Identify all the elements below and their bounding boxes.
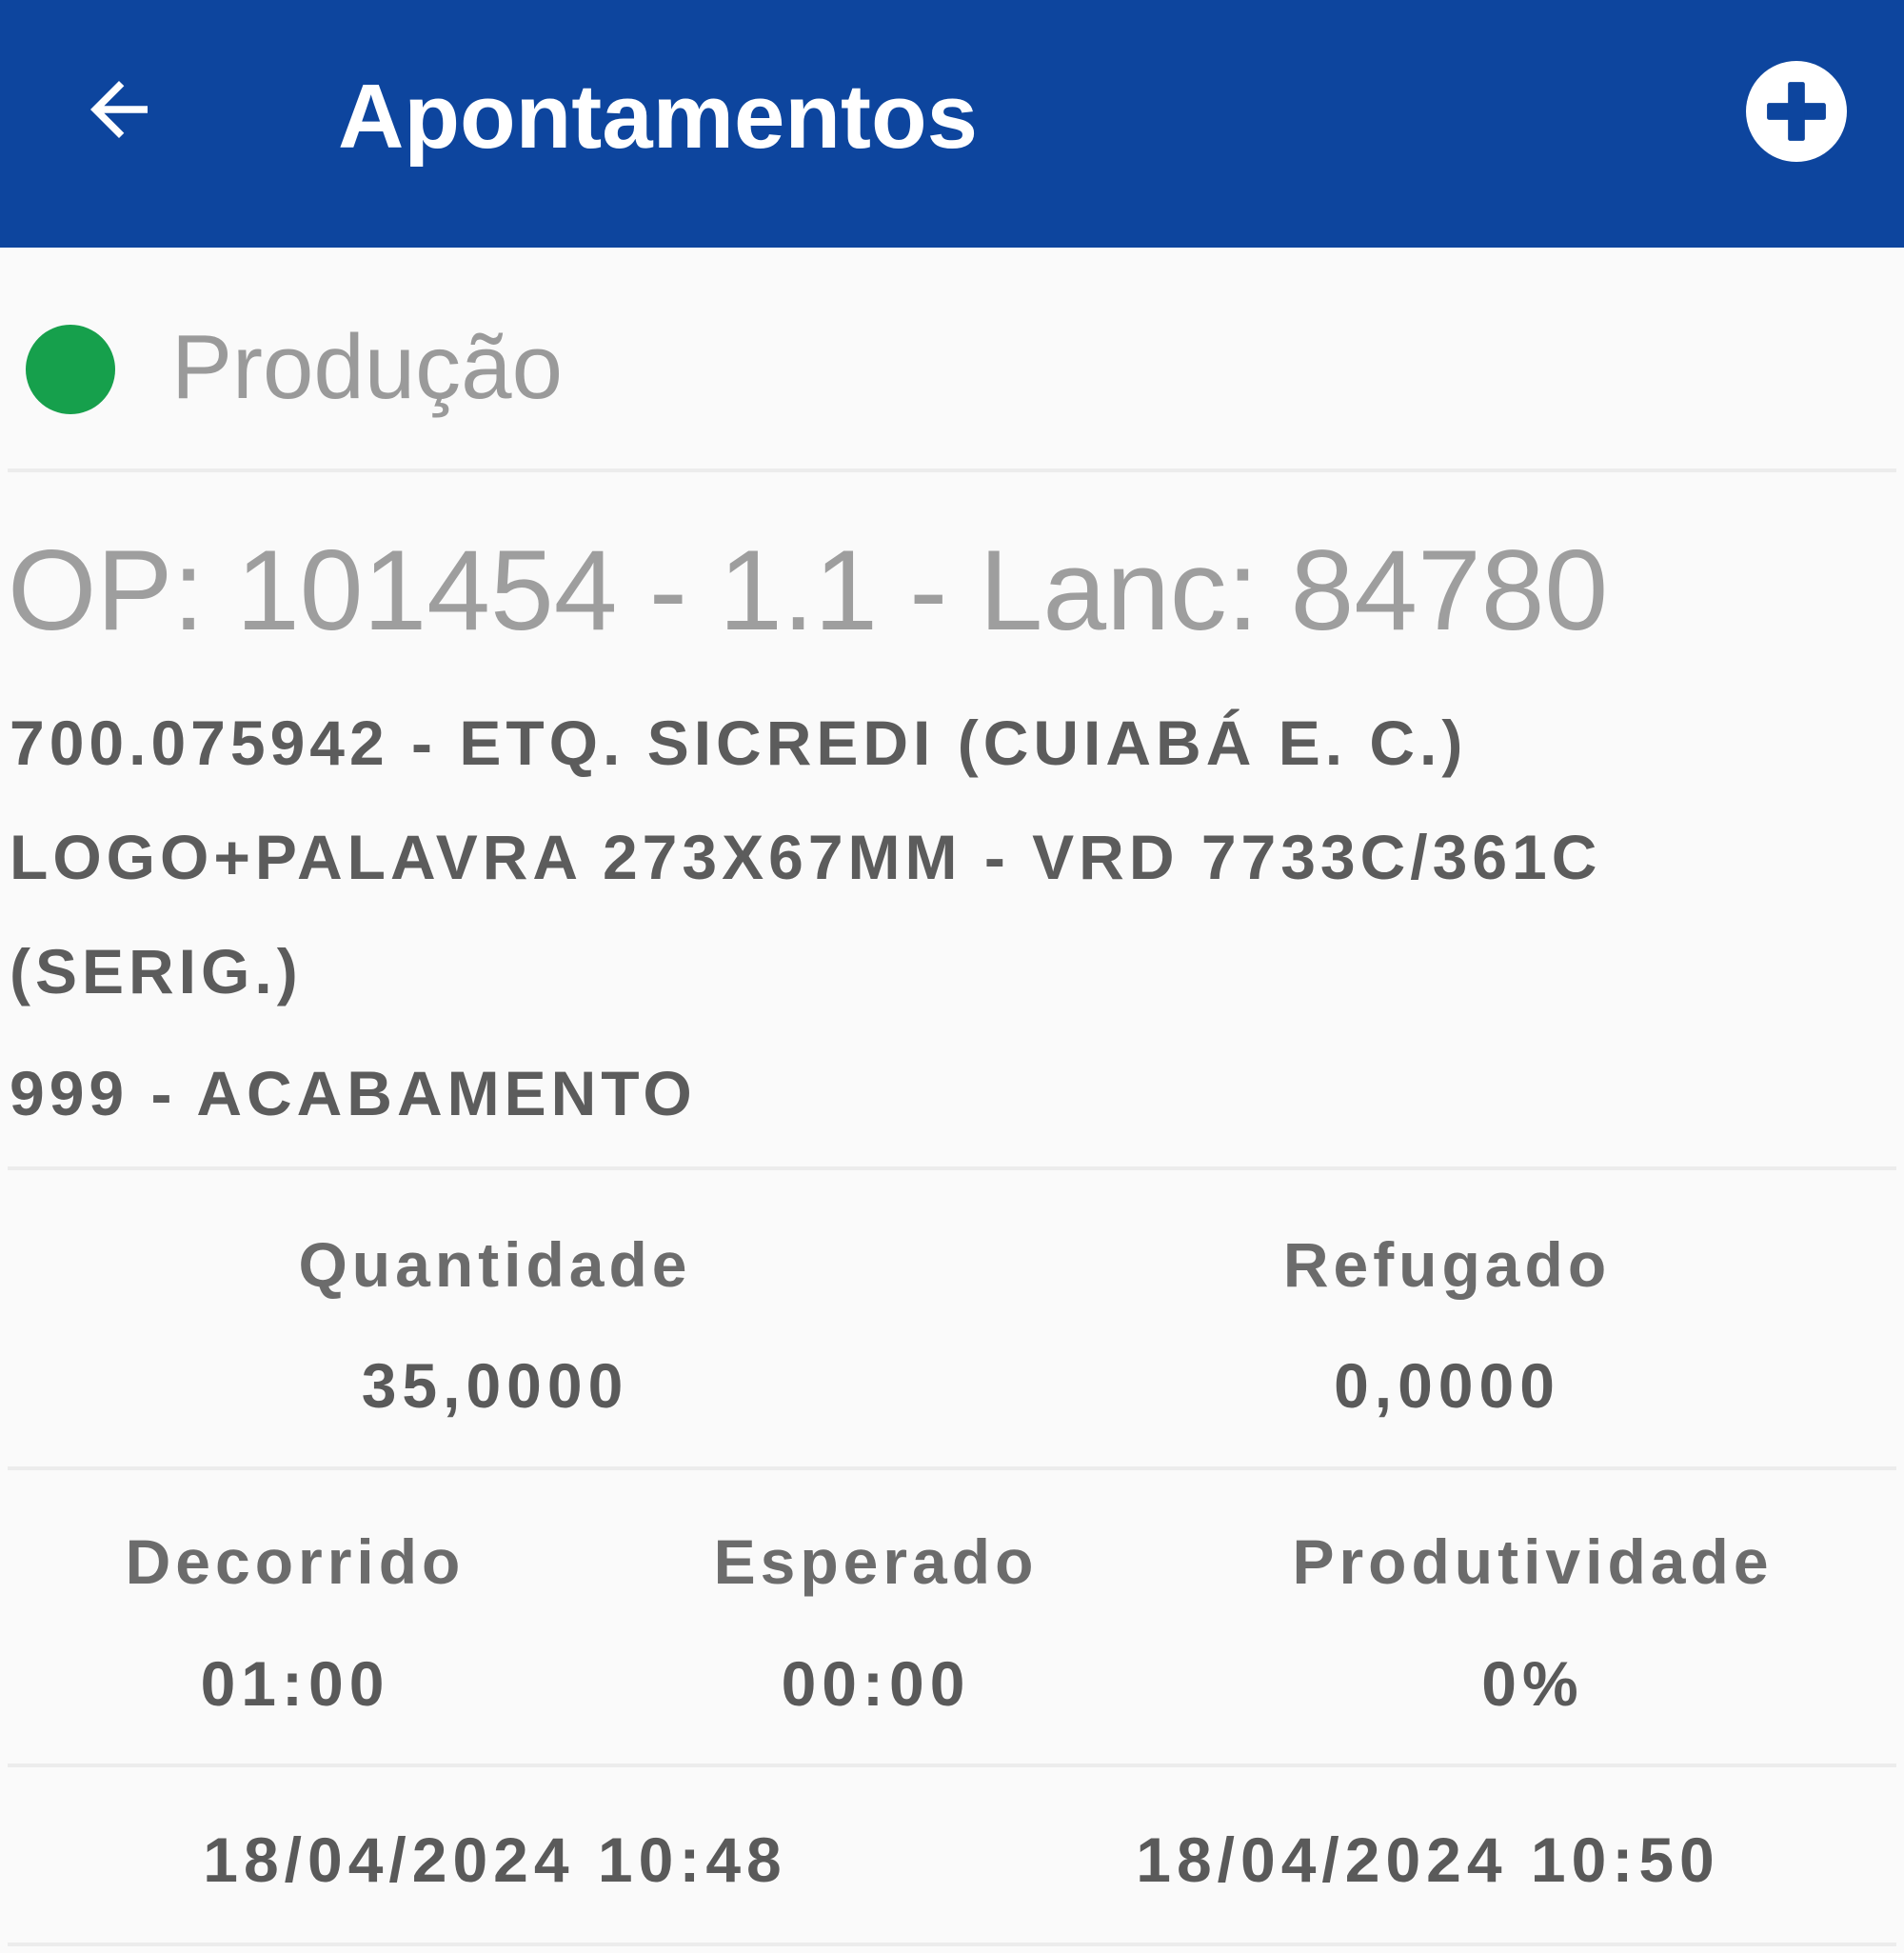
quantidade-value: 35,0000 [361,1350,629,1421]
end-datetime: 18/04/2024 10:50 [1136,1824,1720,1895]
order-title: OP: 101454 - 1.1 - Lanc: 84780 [8,527,1609,654]
divider [8,468,1896,472]
status-row: Produção [0,248,1904,471]
divider [8,1466,1896,1470]
product-description-line-3: (SERIG.) [10,936,303,1006]
esperado-value: 00:00 [781,1648,971,1719]
add-button[interactable] [1744,59,1849,164]
app-bar: Apontamentos [0,0,1904,248]
divider [8,1764,1896,1767]
operation-label: 999 - ACABAMENTO [10,1058,697,1128]
plus-circle-icon [1746,61,1847,162]
product-description-line-2: LOGO+PALAVRA 273X67MM - VRD 7733C/361C [10,822,1602,892]
quantidade-label: Quantidade [298,1229,692,1300]
esperado-label: Esperado [713,1526,1039,1597]
status-indicator-dot [26,325,115,414]
status-label: Produção [171,316,563,418]
decorrido-value: 01:00 [200,1648,390,1719]
decorrido-label: Decorrido [125,1526,466,1597]
produtividade-label: Produtividade [1292,1526,1774,1597]
divider [8,1943,1896,1946]
product-description-line-1: 700.075942 - ETQ. SICREDI (CUIABÁ E. C.) [10,707,1468,778]
start-datetime: 18/04/2024 10:48 [203,1824,787,1895]
arrow-left-icon [90,81,148,138]
divider [8,1166,1896,1170]
back-button[interactable] [67,57,171,162]
refugado-value: 0,0000 [1334,1350,1560,1421]
page-title: Apontamentos [338,66,978,168]
produtividade-value: 0% [1481,1648,1584,1719]
refugado-label: Refugado [1282,1229,1612,1300]
